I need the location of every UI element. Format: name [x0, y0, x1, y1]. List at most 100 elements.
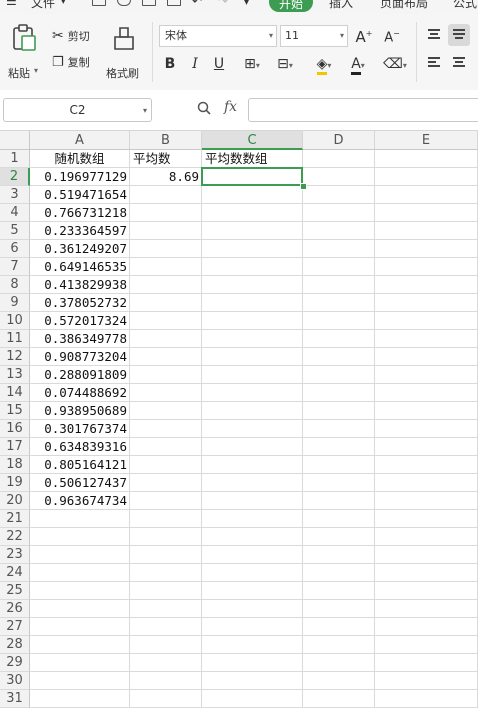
cell-c9[interactable]	[202, 294, 303, 312]
cell-b20[interactable]	[130, 492, 202, 510]
row-header-29[interactable]: 29	[0, 654, 30, 672]
cell-a10[interactable]: 0.572017324	[30, 312, 130, 330]
row-header-12[interactable]: 12	[0, 348, 30, 366]
shrink-font-button[interactable]: A−	[383, 24, 401, 48]
font-size-select[interactable]: 11 ▾	[280, 25, 348, 47]
cell-c18[interactable]	[202, 456, 303, 474]
cell-e25[interactable]	[375, 582, 478, 600]
cell-e30[interactable]	[375, 672, 478, 690]
cell-b21[interactable]	[130, 510, 202, 528]
cell-e12[interactable]	[375, 348, 478, 366]
cell-a1[interactable]: 随机数组	[30, 150, 130, 168]
cell-d28[interactable]	[303, 636, 375, 654]
cell-c22[interactable]	[202, 528, 303, 546]
cell-d7[interactable]	[303, 258, 375, 276]
cell-c31[interactable]	[202, 690, 303, 708]
cell-d9[interactable]	[303, 294, 375, 312]
save-icon[interactable]	[92, 0, 106, 6]
cell-b29[interactable]	[130, 654, 202, 672]
row-header-7[interactable]: 7	[0, 258, 30, 276]
row-header-24[interactable]: 24	[0, 564, 30, 582]
cell-e3[interactable]	[375, 186, 478, 204]
cell-c3[interactable]	[202, 186, 303, 204]
row-header-18[interactable]: 18	[0, 456, 30, 474]
align-left-button[interactable]	[423, 52, 445, 74]
merge-chevron-icon[interactable]: ▾	[289, 61, 293, 70]
cell-c20[interactable]	[202, 492, 303, 510]
cell-b30[interactable]	[130, 672, 202, 690]
cell-e6[interactable]	[375, 240, 478, 258]
cell-c11[interactable]	[202, 330, 303, 348]
align-center-button[interactable]	[448, 52, 470, 74]
cell-a28[interactable]	[30, 636, 130, 654]
cell-e7[interactable]	[375, 258, 478, 276]
cell-d13[interactable]	[303, 366, 375, 384]
row-header-10[interactable]: 10	[0, 312, 30, 330]
underline-button[interactable]: U	[210, 54, 228, 74]
align-middle-button[interactable]	[448, 24, 470, 46]
bold-button[interactable]: B	[161, 54, 179, 74]
cell-a17[interactable]: 0.634839316	[30, 438, 130, 456]
cell-a16[interactable]: 0.301767374	[30, 420, 130, 438]
cell-a6[interactable]: 0.361249207	[30, 240, 130, 258]
row-header-4[interactable]: 4	[0, 204, 30, 222]
cell-e16[interactable]	[375, 420, 478, 438]
cell-d6[interactable]	[303, 240, 375, 258]
cell-b10[interactable]	[130, 312, 202, 330]
cell-a13[interactable]: 0.288091809	[30, 366, 130, 384]
cell-e4[interactable]	[375, 204, 478, 222]
cell-c17[interactable]	[202, 438, 303, 456]
cell-b18[interactable]	[130, 456, 202, 474]
function-icon[interactable]: fx	[224, 99, 237, 115]
cell-c15[interactable]	[202, 402, 303, 420]
cell-b9[interactable]	[130, 294, 202, 312]
font-name-chevron-icon[interactable]: ▾	[269, 26, 273, 46]
cell-c23[interactable]	[202, 546, 303, 564]
cell-e31[interactable]	[375, 690, 478, 708]
cell-d4[interactable]	[303, 204, 375, 222]
cell-d19[interactable]	[303, 474, 375, 492]
cell-d23[interactable]	[303, 546, 375, 564]
row-header-17[interactable]: 17	[0, 438, 30, 456]
cell-c8[interactable]	[202, 276, 303, 294]
name-box-chevron-icon[interactable]: ▾	[143, 100, 147, 122]
zoom-icon[interactable]	[197, 101, 211, 115]
tab-insert[interactable]: 插入	[329, 0, 353, 11]
align-top-button[interactable]	[423, 24, 445, 46]
cell-b14[interactable]	[130, 384, 202, 402]
fill-handle[interactable]	[300, 183, 307, 190]
cell-d30[interactable]	[303, 672, 375, 690]
cell-d12[interactable]	[303, 348, 375, 366]
cell-d25[interactable]	[303, 582, 375, 600]
cell-c12[interactable]	[202, 348, 303, 366]
cell-a23[interactable]	[30, 546, 130, 564]
cell-d21[interactable]	[303, 510, 375, 528]
cell-d14[interactable]	[303, 384, 375, 402]
row-header-3[interactable]: 3	[0, 186, 30, 204]
row-header-28[interactable]: 28	[0, 636, 30, 654]
cell-b6[interactable]	[130, 240, 202, 258]
cell-d22[interactable]	[303, 528, 375, 546]
row-header-9[interactable]: 9	[0, 294, 30, 312]
borders-chevron-icon[interactable]: ▾	[256, 61, 260, 70]
cell-e28[interactable]	[375, 636, 478, 654]
cell-e13[interactable]	[375, 366, 478, 384]
cell-c21[interactable]	[202, 510, 303, 528]
borders-button[interactable]: ⊞▾	[238, 54, 266, 76]
row-header-2[interactable]: 2	[0, 168, 30, 186]
cell-a19[interactable]: 0.506127437	[30, 474, 130, 492]
cell-b17[interactable]	[130, 438, 202, 456]
cell-d10[interactable]	[303, 312, 375, 330]
cell-d5[interactable]	[303, 222, 375, 240]
italic-button[interactable]: I	[186, 54, 204, 74]
formula-input[interactable]	[248, 98, 478, 122]
cell-b31[interactable]	[130, 690, 202, 708]
cell-a29[interactable]	[30, 654, 130, 672]
clear-format-chevron-icon[interactable]: ▾	[403, 61, 407, 70]
copy-button[interactable]: ❐ 复制	[52, 54, 90, 70]
cell-a3[interactable]: 0.519471654	[30, 186, 130, 204]
undo-icon[interactable]: ↶	[192, 0, 202, 8]
cell-b16[interactable]	[130, 420, 202, 438]
cell-c24[interactable]	[202, 564, 303, 582]
row-header-14[interactable]: 14	[0, 384, 30, 402]
